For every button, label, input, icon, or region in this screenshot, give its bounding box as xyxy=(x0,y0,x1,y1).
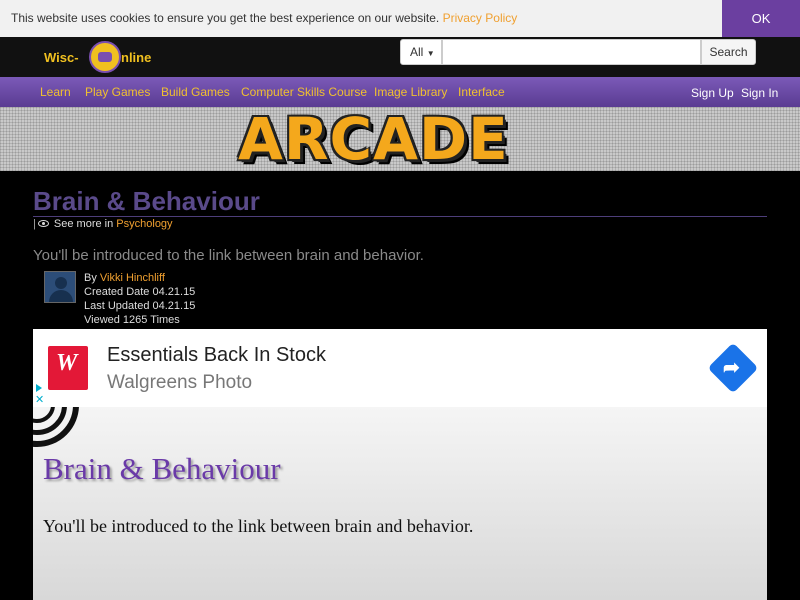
slide-text: You'll be introduced to the link between… xyxy=(43,516,474,536)
view-count: Viewed 1265 Times xyxy=(84,314,180,326)
ad-close-icon[interactable]: ✕ xyxy=(35,393,44,406)
logo-mascot-icon xyxy=(89,41,121,73)
page-description: You'll be introduced to the link between… xyxy=(33,247,424,264)
nav-play-games[interactable]: Play Games xyxy=(85,85,150,99)
arcade-logo[interactable]: ARCADE xyxy=(238,109,509,169)
author-avatar xyxy=(44,271,76,303)
slide-preview[interactable]: Brain & Behaviour You'll be introduced t… xyxy=(33,407,767,600)
arcade-banner: ARCADE xyxy=(0,107,800,171)
title-divider xyxy=(33,216,767,217)
nav-build-games[interactable]: Build Games xyxy=(161,85,230,99)
author-link[interactable]: Vikki Hinchliff xyxy=(100,272,165,284)
eye-icon xyxy=(37,220,49,227)
created-date: Created Date 04.21.15 xyxy=(84,286,196,298)
caret-down-icon: ▼ xyxy=(426,49,435,58)
user-silhouette-icon xyxy=(55,277,67,289)
nav-image-library[interactable]: Image Library xyxy=(374,85,447,99)
cookie-ok-button[interactable]: OK xyxy=(722,0,800,37)
search-category-dropdown[interactable]: All ▼ xyxy=(400,39,442,65)
ad-title[interactable]: Essentials Back In Stock xyxy=(107,344,326,367)
category-link[interactable]: Psychology xyxy=(116,218,172,230)
advertisement[interactable]: W Essentials Back In Stock Walgreens Pho… xyxy=(33,329,767,407)
turn-arrow-icon: ➦ xyxy=(723,357,740,379)
sign-up-link[interactable]: Sign Up xyxy=(691,86,734,100)
search-bar: All ▼ Search xyxy=(400,39,756,65)
ad-subtitle[interactable]: Walgreens Photo xyxy=(107,372,252,394)
slide-title: Brain & Behaviour xyxy=(43,451,281,486)
nav-computer-skills-course[interactable]: Computer Skills Course xyxy=(241,85,367,99)
privacy-policy-link[interactable]: Privacy Policy xyxy=(443,11,518,25)
cookie-message: This website uses cookies to ensure you … xyxy=(11,11,518,25)
adchoices-badge[interactable]: ✕ xyxy=(33,382,45,407)
see-more-line: | See more in Psychology xyxy=(33,218,173,230)
adchoices-icon xyxy=(36,384,42,392)
cookie-banner: This website uses cookies to ensure you … xyxy=(0,0,800,37)
wisc-online-logo[interactable]: Wisc- nline xyxy=(44,41,164,73)
sign-in-link[interactable]: Sign In xyxy=(741,86,778,100)
search-input[interactable] xyxy=(442,39,701,65)
page-title: Brain & Behaviour xyxy=(33,186,260,216)
author-line: By Vikki Hinchliff xyxy=(84,272,165,284)
search-button[interactable]: Search xyxy=(701,39,756,65)
main-nav: Learn Play Games Build Games Computer Sk… xyxy=(0,77,800,107)
logo-text-left: Wisc- xyxy=(44,50,79,65)
nav-learn[interactable]: Learn xyxy=(40,85,71,99)
walgreens-logo: W xyxy=(48,346,88,390)
updated-date: Last Updated 04.21.15 xyxy=(84,300,196,312)
logo-text-right: nline xyxy=(121,50,152,65)
top-header: Wisc- nline All ▼ Search xyxy=(0,37,800,77)
nav-interface[interactable]: Interface xyxy=(458,85,505,99)
